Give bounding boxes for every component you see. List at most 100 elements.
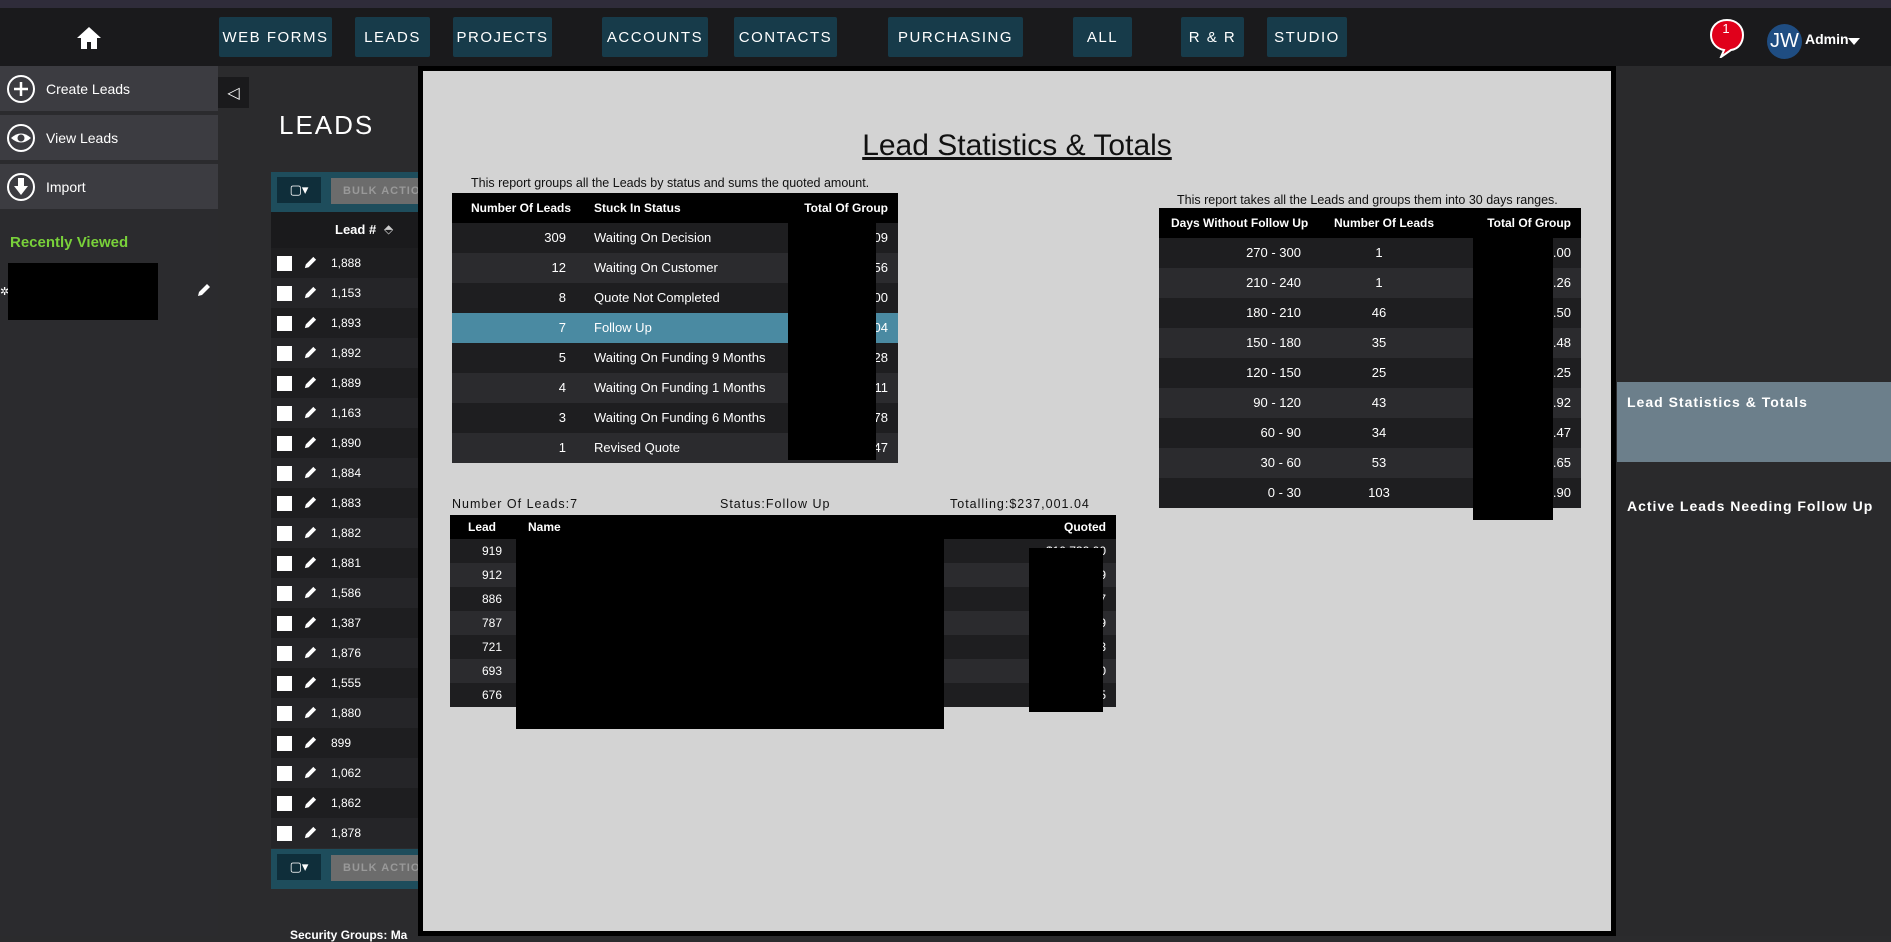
row-checkbox[interactable] bbox=[277, 526, 292, 541]
lead-number[interactable]: 1,893 bbox=[331, 316, 361, 330]
pencil-icon[interactable] bbox=[303, 405, 318, 420]
table-row[interactable]: 1,892 bbox=[271, 338, 418, 368]
table-row[interactable]: 1,881 bbox=[271, 548, 418, 578]
lead-number[interactable]: 1,890 bbox=[331, 436, 361, 450]
lead-number[interactable]: 1,153 bbox=[331, 286, 361, 300]
sidebar-item-import[interactable]: Import bbox=[0, 164, 218, 211]
table-row[interactable]: 1,862 bbox=[271, 788, 418, 818]
row-checkbox[interactable] bbox=[277, 316, 292, 331]
row-checkbox[interactable] bbox=[277, 346, 292, 361]
bulk-actions-button[interactable]: BULK ACTIONS bbox=[331, 855, 421, 881]
lead-number[interactable]: 1,878 bbox=[331, 826, 361, 840]
table-row[interactable]: 1,890 bbox=[271, 428, 418, 458]
column-header-lead-number[interactable]: Lead # bbox=[335, 222, 376, 237]
pencil-icon[interactable] bbox=[303, 735, 318, 750]
bulk-actions-button[interactable]: BULK ACTIONS bbox=[331, 178, 421, 204]
lead-number[interactable]: 1,881 bbox=[331, 556, 361, 570]
pencil-icon[interactable] bbox=[303, 525, 318, 540]
nav-web-forms[interactable]: WEB FORMS bbox=[219, 17, 332, 57]
sort-icon[interactable]: ⬘ bbox=[384, 222, 393, 236]
table-row[interactable]: 1,387 bbox=[271, 608, 418, 638]
row-checkbox[interactable] bbox=[277, 766, 292, 781]
lead-number[interactable]: 1,876 bbox=[331, 646, 361, 660]
table-row[interactable]: 1,876 bbox=[271, 638, 418, 668]
chevron-down-icon[interactable] bbox=[1848, 38, 1860, 45]
nav-projects[interactable]: PROJECTS bbox=[453, 17, 552, 57]
lead-number[interactable]: 1,862 bbox=[331, 796, 361, 810]
notification-bubble[interactable]: 1 bbox=[1709, 18, 1745, 58]
table-row[interactable]: 1,888 bbox=[271, 248, 418, 278]
report-item-lead-statistics[interactable]: Lead Statistics & Totals bbox=[1617, 382, 1891, 462]
row-checkbox[interactable] bbox=[277, 736, 292, 751]
pencil-icon[interactable] bbox=[303, 555, 318, 570]
pencil-icon[interactable] bbox=[303, 285, 318, 300]
lead-number[interactable]: 1,586 bbox=[331, 586, 361, 600]
pencil-icon[interactable] bbox=[303, 345, 318, 360]
lead-number[interactable]: 1,883 bbox=[331, 496, 361, 510]
table-row[interactable]: 1,062 bbox=[271, 758, 418, 788]
pencil-icon[interactable] bbox=[303, 255, 318, 270]
lead-number[interactable]: 1,889 bbox=[331, 376, 361, 390]
table-row[interactable]: 1,586 bbox=[271, 578, 418, 608]
home-icon[interactable] bbox=[76, 26, 102, 50]
row-checkbox[interactable] bbox=[277, 286, 292, 301]
table-row[interactable]: 1,878 bbox=[271, 818, 418, 848]
table-row[interactable]: 1,883 bbox=[271, 488, 418, 518]
pencil-icon[interactable] bbox=[303, 495, 318, 510]
user-name[interactable]: Admin bbox=[1805, 31, 1849, 47]
lead-number[interactable]: 1,062 bbox=[331, 766, 361, 780]
pencil-icon[interactable] bbox=[303, 645, 318, 660]
row-checkbox[interactable] bbox=[277, 256, 292, 271]
row-checkbox[interactable] bbox=[277, 376, 292, 391]
nav-all[interactable]: ALL bbox=[1073, 17, 1132, 57]
lead-number[interactable]: 1,555 bbox=[331, 676, 361, 690]
nav-contacts[interactable]: CONTACTS bbox=[734, 17, 837, 57]
pencil-icon[interactable] bbox=[303, 315, 318, 330]
nav-studio[interactable]: STUDIO bbox=[1267, 17, 1347, 57]
lead-number[interactable]: 1,882 bbox=[331, 526, 361, 540]
row-checkbox[interactable] bbox=[277, 646, 292, 661]
pencil-icon[interactable] bbox=[303, 825, 318, 840]
pencil-icon[interactable] bbox=[303, 375, 318, 390]
lead-number[interactable]: 899 bbox=[331, 736, 351, 750]
row-checkbox[interactable] bbox=[277, 466, 292, 481]
table-row[interactable]: 899 bbox=[271, 728, 418, 758]
pencil-icon[interactable] bbox=[303, 705, 318, 720]
lead-number[interactable]: 1,387 bbox=[331, 616, 361, 630]
row-checkbox[interactable] bbox=[277, 496, 292, 511]
nav-purchasing[interactable]: PURCHASING bbox=[888, 17, 1023, 57]
gear-icon[interactable]: ✲ bbox=[0, 285, 9, 298]
avatar[interactable]: JW bbox=[1767, 24, 1802, 59]
row-checkbox[interactable] bbox=[277, 826, 292, 841]
row-checkbox[interactable] bbox=[277, 406, 292, 421]
table-row[interactable]: 1,153 bbox=[271, 278, 418, 308]
nav-r-and-r[interactable]: R & R bbox=[1181, 17, 1244, 57]
lead-number[interactable]: 1,880 bbox=[331, 706, 361, 720]
table-row[interactable]: 1,163 bbox=[271, 398, 418, 428]
lead-number[interactable]: 1,884 bbox=[331, 466, 361, 480]
row-checkbox[interactable] bbox=[277, 436, 292, 451]
table-row[interactable]: 1,893 bbox=[271, 308, 418, 338]
row-checkbox[interactable] bbox=[277, 556, 292, 571]
select-dropdown-button[interactable]: ▢▾ bbox=[277, 854, 321, 880]
pencil-icon[interactable] bbox=[303, 675, 318, 690]
pencil-icon[interactable] bbox=[303, 435, 318, 450]
pencil-icon[interactable] bbox=[303, 465, 318, 480]
row-checkbox[interactable] bbox=[277, 676, 292, 691]
table-row[interactable]: 1,880 bbox=[271, 698, 418, 728]
report-item-active-leads-follow-up[interactable]: Active Leads Needing Follow Up bbox=[1617, 486, 1891, 514]
row-checkbox[interactable] bbox=[277, 586, 292, 601]
row-checkbox[interactable] bbox=[277, 616, 292, 631]
recently-viewed-item[interactable] bbox=[8, 263, 158, 320]
lead-number[interactable]: 1,888 bbox=[331, 256, 361, 270]
collapse-sidebar-button[interactable]: ◁ bbox=[218, 77, 249, 108]
pencil-icon[interactable] bbox=[303, 795, 318, 810]
table-row[interactable]: 1,889 bbox=[271, 368, 418, 398]
nav-accounts[interactable]: ACCOUNTS bbox=[602, 17, 708, 57]
sidebar-item-view-leads[interactable]: View Leads bbox=[0, 115, 218, 162]
pencil-icon[interactable] bbox=[196, 282, 212, 298]
lead-number[interactable]: 1,892 bbox=[331, 346, 361, 360]
row-checkbox[interactable] bbox=[277, 796, 292, 811]
row-checkbox[interactable] bbox=[277, 706, 292, 721]
sidebar-item-create-leads[interactable]: Create Leads bbox=[0, 66, 218, 113]
